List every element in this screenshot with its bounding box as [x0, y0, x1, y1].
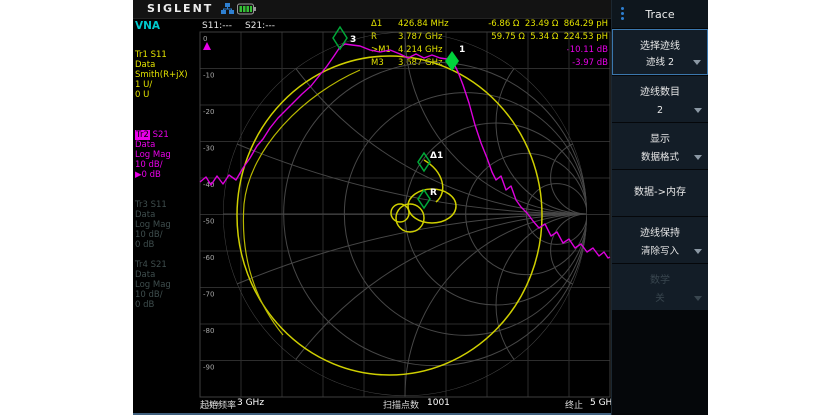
chevron-down-icon — [694, 108, 702, 113]
svg-text:-10: -10 — [203, 72, 214, 80]
sweep-points-value[interactable]: 1001 — [427, 398, 450, 408]
svg-text:-70: -70 — [203, 291, 214, 299]
trace4-info[interactable]: Tr4 S21 Data Log Mag 10 dB/ 0 dB — [135, 260, 207, 310]
trace-menu: Trace 选择迹线 迹线 2 迹线数目 2 显示 数据格式 数据->内存 迹线… — [611, 0, 708, 415]
svg-text:-20: -20 — [203, 108, 214, 116]
trace2-info-active[interactable]: Tr2 S21 Data Log Mag 10 dB/ ▶0 dB — [135, 130, 207, 180]
svg-text:-60: -60 — [203, 254, 214, 262]
sweep-info-bar: 起始频率 3 GHz 扫描点数 1001 终止 5 GHz — [133, 398, 611, 413]
menu-item-trace-hold[interactable]: 迹线保持 清除写入 — [612, 217, 708, 263]
chevron-down-icon — [694, 249, 702, 254]
lan-icon — [221, 3, 234, 15]
chevron-down-icon — [693, 60, 701, 65]
svg-text:3: 3 — [350, 35, 356, 45]
svg-text:Δ1: Δ1 — [430, 151, 443, 161]
channel-s21-label[interactable]: S21:--- — [245, 21, 275, 31]
marker-row-delta1: Δ1426.84 MHz -6.86 Ω 23.49 Ω 864.29 pH — [371, 19, 608, 32]
channel-s11-label[interactable]: S11:--- — [202, 21, 232, 31]
start-freq-value[interactable]: 3 GHz — [237, 398, 264, 408]
battery-icon — [237, 3, 256, 15]
kebab-menu-icon — [621, 7, 624, 22]
svg-text:-30: -30 — [203, 145, 214, 153]
menu-item-trace-count[interactable]: 迹线数目 2 — [612, 76, 708, 122]
smith-chart-plot: 0-10-20-30-40-50-60-70-80-90-10031Δ1R — [200, 32, 610, 397]
stop-freq-label: 终止 — [565, 398, 583, 411]
sweep-points-label: 扫描点数 — [383, 398, 419, 411]
vna-screen: SIGLENT VNA S11:--- S21:--- Δ1426.84 MHz… — [133, 0, 708, 415]
svg-text:0: 0 — [203, 35, 207, 43]
svg-text:R: R — [430, 188, 437, 198]
menu-item-select-trace[interactable]: 选择迹线 迹线 2 — [612, 29, 708, 75]
app-label: VNA — [135, 20, 160, 32]
marker-3 — [333, 27, 347, 49]
menu-header[interactable]: Trace — [612, 0, 708, 29]
menu-item-math-disabled: 数学 关 — [612, 264, 708, 310]
trace1-info[interactable]: Tr1 S11 Data Smith(R+jX) 1 U/ 0 U — [135, 50, 207, 100]
page-background: SIGLENT VNA S11:--- S21:--- Δ1426.84 MHz… — [0, 0, 840, 420]
siglent-logo: SIGLENT — [147, 2, 213, 15]
trace3-info[interactable]: Tr3 S11 Data Log Mag 10 dB/ 0 dB — [135, 200, 207, 250]
svg-text:-90: -90 — [203, 364, 214, 372]
chevron-down-icon — [694, 155, 702, 160]
svg-text:1: 1 — [459, 45, 465, 55]
start-freq-label: 起始频率 — [200, 398, 236, 411]
svg-text:-50: -50 — [203, 218, 214, 226]
menu-item-display[interactable]: 显示 数据格式 — [612, 123, 708, 169]
svg-text:-80: -80 — [203, 327, 214, 335]
chevron-down-icon — [694, 296, 702, 301]
menu-item-data-to-memory[interactable]: 数据->内存 — [612, 170, 708, 216]
